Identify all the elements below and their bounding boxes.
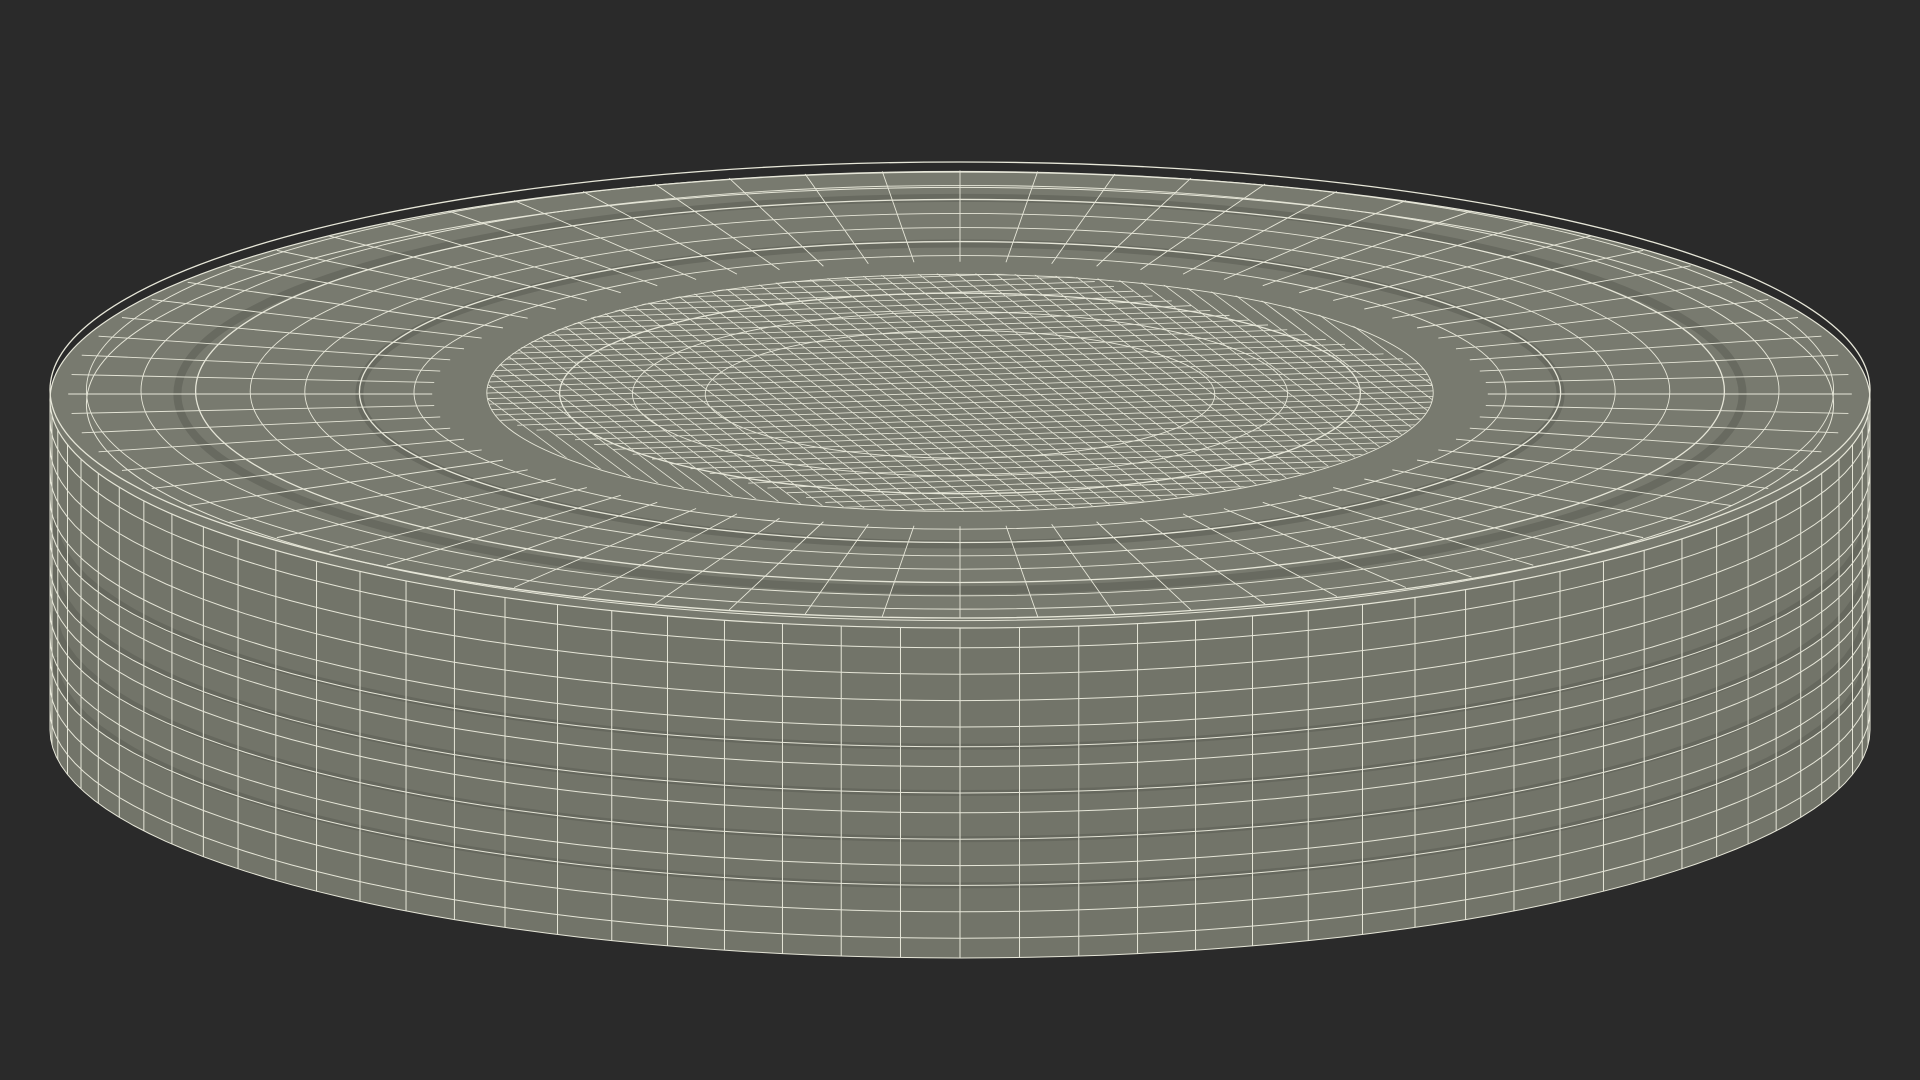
wireframe-model xyxy=(49,161,1871,959)
render-viewport xyxy=(0,0,1920,1080)
